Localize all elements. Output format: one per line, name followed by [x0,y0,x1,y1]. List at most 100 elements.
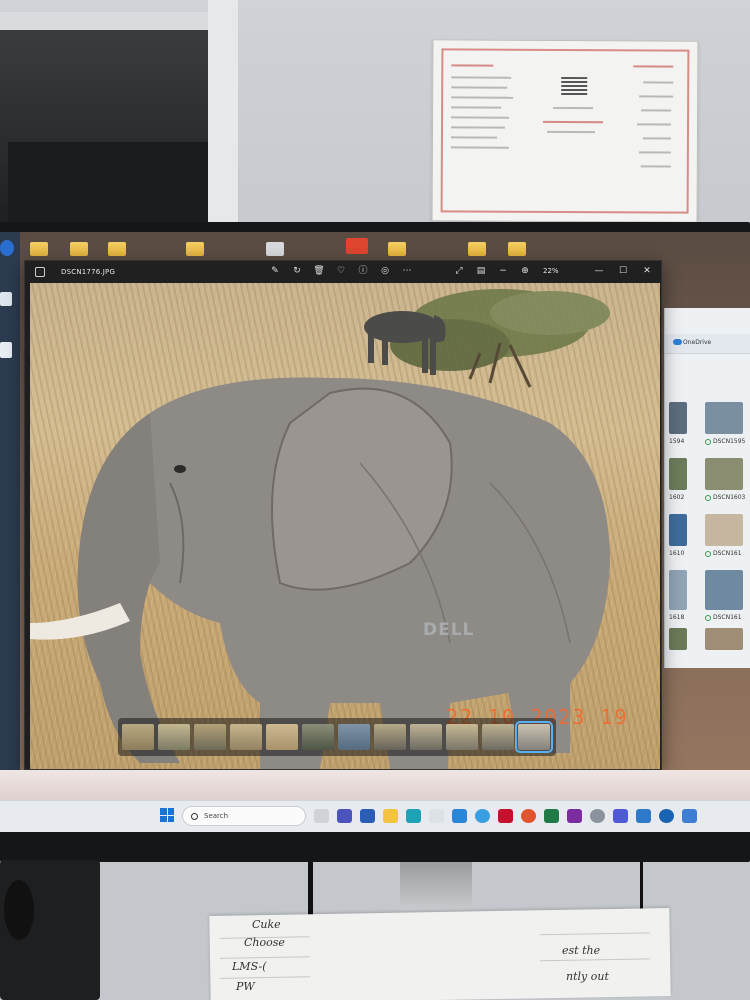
edit-icon[interactable]: ✎ [269,265,281,277]
favorite-icon[interactable]: ♡ [335,265,347,277]
edge-icon[interactable] [406,809,421,823]
search-placeholder: Search [204,812,229,820]
door-trim [208,0,238,232]
filmstrip-thumbnail[interactable] [230,724,262,750]
zoom-level[interactable]: 22% [543,267,559,275]
taskbar: Search [0,800,750,832]
desktop-folder-icon[interactable] [108,242,126,256]
close-button[interactable]: ✕ [641,264,653,278]
file-explorer-window: OneDrive 1594 DSCN1595 1602 DSCN1603 161… [664,308,750,668]
file-thumbnail[interactable] [669,458,687,490]
filmstrip-thumbnail-selected[interactable] [515,721,553,753]
handwritten-note: est the [562,944,601,957]
filmstrip-thumbnail[interactable] [446,724,478,750]
desktop-left-edge [0,232,20,772]
file-thumbnail[interactable] [669,570,687,610]
filmstrip-thumbnail[interactable] [338,724,370,750]
photo-filename: DSCN1776.JPG [61,268,116,276]
handwritten-note: PW [236,980,255,993]
monitor: OneDrive 1594 DSCN1595 1602 DSCN1603 161… [0,222,750,862]
teams-icon[interactable] [337,809,352,823]
file-name: 1602 [669,494,685,501]
maximize-button[interactable]: ☐ [617,264,629,278]
handwritten-note: LMS-( [232,960,267,973]
stocks-app-icon[interactable] [452,809,467,823]
mcafee-icon[interactable] [498,809,513,823]
filmstrip-thumbnail[interactable] [302,724,334,750]
file-thumbnail[interactable] [705,628,743,650]
desktop-folder-icon[interactable] [388,242,406,256]
filmstrip-thumbnail[interactable] [194,724,226,750]
file-thumbnail[interactable] [669,402,687,434]
desktop-file-icon[interactable] [266,242,284,256]
filmstrip-thumbnail[interactable] [482,724,514,750]
desktop-app-icon[interactable] [0,292,12,306]
desktop-folder-icon[interactable] [508,242,526,256]
photo-canvas[interactable]: 22 10 2023 19 06 [30,283,660,769]
photo-toolbar: ✎ ↻ 🗑 ♡ ⓘ ◎ ⋯ [269,265,413,277]
snipping-tool-icon[interactable] [682,809,697,823]
fullscreen-icon[interactable]: ⤢ [453,265,465,277]
onenote-icon[interactable] [567,809,582,823]
filmstrip-thumbnail[interactable] [374,724,406,750]
taskbar-search[interactable]: Search [182,806,306,826]
file-thumbnail[interactable] [669,628,687,650]
file-name: 1610 [669,550,685,557]
file-name: DSCN161 [705,614,742,621]
sync-check-icon [705,438,711,445]
zoom-in-icon[interactable]: ⊕ [519,265,531,277]
zoom-out-icon[interactable]: − [497,265,509,277]
desktop-folder-icon[interactable] [30,242,48,256]
task-view-icon[interactable] [314,809,329,823]
desktop-folder-icon[interactable] [70,242,88,256]
more-icon[interactable]: ⋯ [401,265,413,277]
rotate-icon[interactable]: ↻ [291,265,303,277]
file-explorer-icon[interactable] [383,809,398,823]
filmstrip-thumbnail[interactable] [158,724,190,750]
file-name: 1618 [669,614,685,621]
file-name: DSCN1603 [705,494,745,501]
view-controls: ⤢ ▤ − ⊕ 22% [453,265,559,277]
filmstrip-thumbnail[interactable] [410,724,442,750]
delete-icon[interactable]: 🗑 [313,265,325,277]
onedrive-cloud-icon [673,339,682,345]
desktop-app-icon[interactable] [0,342,12,358]
monitor-stand [400,862,472,910]
file-thumbnail[interactable] [669,514,687,546]
desktop-pdf-icon[interactable] [346,238,368,254]
office-icon[interactable] [521,809,536,823]
vpn-icon[interactable] [659,809,674,823]
elephant-photo [30,289,610,769]
desktop-folder-icon[interactable] [468,242,486,256]
file-name: 1594 [669,438,685,445]
monitor-brand-logo: DELL [423,620,475,640]
store-icon[interactable] [636,809,651,823]
settings-gear-icon[interactable] [590,809,605,823]
calendar-icon[interactable] [429,809,444,823]
minimize-button[interactable]: — [593,264,605,278]
file-thumbnail[interactable] [705,514,743,546]
sync-check-icon [705,550,711,557]
start-windows-icon[interactable] [160,808,174,822]
desktop-app-icon[interactable] [0,240,14,256]
info-icon[interactable]: ⓘ [357,265,369,277]
filmstrip-thumbnail[interactable] [122,724,154,750]
filmstrip-thumbnail[interactable] [266,724,298,750]
word-icon[interactable] [360,809,375,823]
copilot-taskbar-icon[interactable] [475,809,490,823]
handwritten-note: ntly out [566,970,609,983]
file-thumbnail[interactable] [705,570,743,610]
file-thumbnail[interactable] [705,458,743,490]
doorway [0,30,210,230]
excel-icon[interactable] [544,809,559,823]
file-thumbnail[interactable] [705,402,743,434]
teams-work-icon[interactable] [613,809,628,823]
file-name: DSCN161 [705,550,742,557]
copilot-icon[interactable]: ◎ [379,265,391,277]
explorer-breadcrumb[interactable]: OneDrive [683,339,711,346]
filmstrip-toggle-icon[interactable]: ▤ [475,265,487,277]
desktop-folder-icon[interactable] [186,242,204,256]
sync-check-icon [705,614,711,621]
photos-app-icon [35,267,45,277]
search-icon [191,812,198,820]
